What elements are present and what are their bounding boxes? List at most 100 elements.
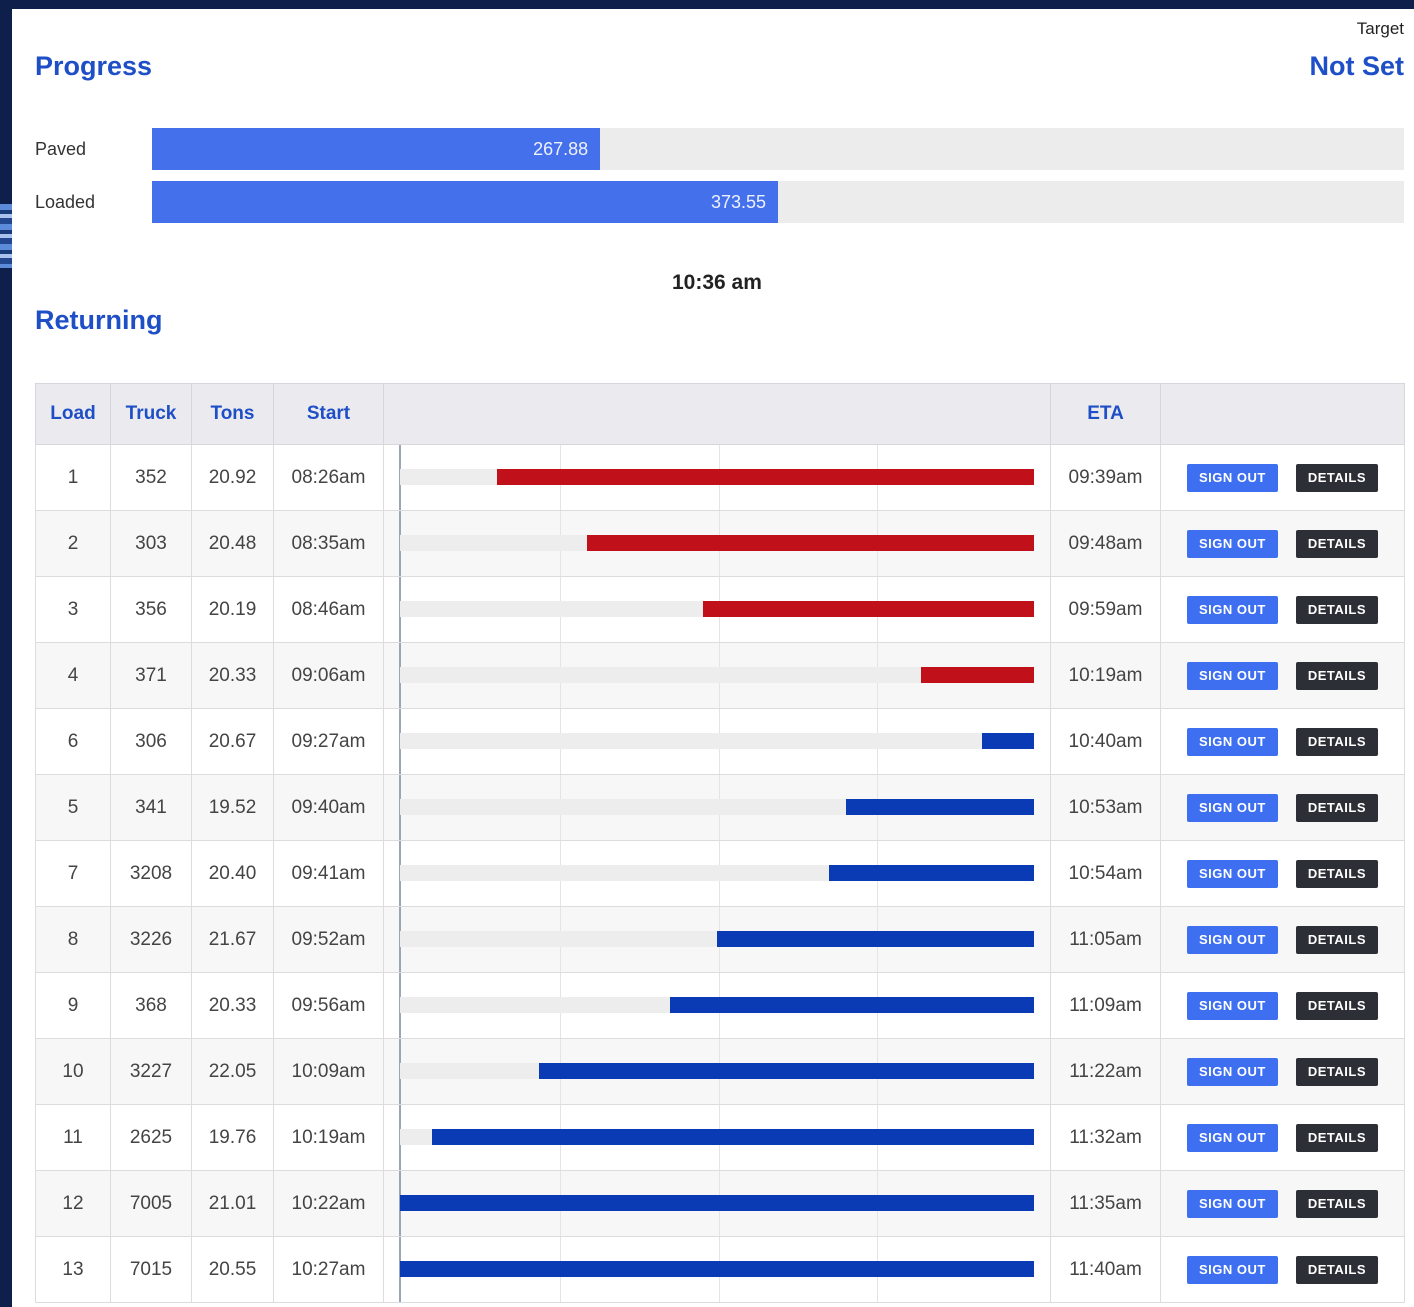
- eta-time: 11:22am: [1050, 1038, 1161, 1105]
- sign-out-button[interactable]: SIGN OUT: [1187, 859, 1278, 888]
- window-edge-decoration: [0, 204, 12, 268]
- table-row: 12 7005 21.01 10:22am 11:35am SIGN OUT DETAILS: [35, 1170, 1405, 1237]
- details-button[interactable]: DETAILS: [1295, 793, 1378, 822]
- sign-out-button[interactable]: SIGN OUT: [1187, 463, 1278, 492]
- truck-number: 371: [110, 642, 192, 709]
- col-header-truck[interactable]: Truck: [110, 383, 192, 445]
- details-button[interactable]: DETAILS: [1295, 991, 1378, 1020]
- details-button[interactable]: DETAILS: [1295, 727, 1378, 756]
- load-number: 6: [35, 708, 111, 775]
- col-header-start[interactable]: Start: [273, 383, 384, 445]
- timeline-bar-enroute: [670, 997, 1034, 1013]
- table-row: 2 303 20.48 08:35am 09:48am SIGN OUT DETAILS: [35, 510, 1405, 577]
- loaded-label: Loaded: [35, 192, 96, 212]
- table-row: 10 3227 22.05 10:09am 11:22am SIGN OUT DETAILS: [35, 1038, 1405, 1105]
- progress-title: Progress: [35, 51, 153, 81]
- start-time: 10:27am: [273, 1236, 384, 1303]
- load-number: 7: [35, 840, 111, 907]
- tons-value: 22.05: [191, 1038, 274, 1105]
- load-number: 3: [35, 576, 111, 643]
- col-header-eta[interactable]: ETA: [1050, 383, 1161, 445]
- truck-number: 3227: [110, 1038, 192, 1105]
- paved-label: Paved: [35, 139, 87, 159]
- loaded-progress-value: 373.55: [710, 192, 766, 212]
- truck-number: 7005: [110, 1170, 192, 1237]
- truck-number: 3208: [110, 840, 192, 907]
- sign-out-button[interactable]: SIGN OUT: [1187, 1123, 1278, 1152]
- sign-out-button[interactable]: SIGN OUT: [1187, 727, 1278, 756]
- load-timeline: [383, 972, 1051, 1039]
- sign-out-button[interactable]: SIGN OUT: [1187, 1255, 1278, 1284]
- sign-out-button[interactable]: SIGN OUT: [1187, 793, 1278, 822]
- load-timeline: [383, 1104, 1051, 1171]
- details-button[interactable]: DETAILS: [1295, 925, 1378, 954]
- eta-time: 11:09am: [1050, 972, 1161, 1039]
- table-header-row: Load Truck Tons Start ETA: [35, 383, 1405, 445]
- timeline-bar-enroute: [982, 733, 1034, 749]
- details-button[interactable]: DETAILS: [1295, 1057, 1378, 1086]
- col-header-load[interactable]: Load: [35, 383, 111, 445]
- sign-out-button[interactable]: SIGN OUT: [1187, 1189, 1278, 1218]
- row-actions: SIGN OUT DETAILS: [1160, 1038, 1405, 1105]
- sign-out-button[interactable]: SIGN OUT: [1187, 595, 1278, 624]
- details-button[interactable]: DETAILS: [1295, 1255, 1378, 1284]
- truck-number: 352: [110, 444, 192, 511]
- row-actions: SIGN OUT DETAILS: [1160, 1170, 1405, 1237]
- col-header-tons[interactable]: Tons: [191, 383, 274, 445]
- load-timeline: [383, 510, 1051, 577]
- details-button[interactable]: DETAILS: [1295, 595, 1378, 624]
- table-row: 13 7015 20.55 10:27am 11:40am SIGN OUT DETAILS: [35, 1236, 1405, 1303]
- table-row: 3 356 20.19 08:46am 09:59am SIGN OUT DETAILS: [35, 576, 1405, 643]
- row-actions: SIGN OUT DETAILS: [1160, 576, 1405, 643]
- load-timeline: [383, 840, 1051, 907]
- eta-time: 10:54am: [1050, 840, 1161, 907]
- details-button[interactable]: DETAILS: [1295, 661, 1378, 690]
- sign-out-button[interactable]: SIGN OUT: [1187, 1057, 1278, 1086]
- dispatch-panel: Target Not Set Progress Paved 267.88 Loa…: [12, 9, 1414, 1307]
- eta-time: 11:05am: [1050, 906, 1161, 973]
- sign-out-button[interactable]: SIGN OUT: [1187, 991, 1278, 1020]
- timeline-bar-overdue: [703, 601, 1034, 617]
- load-number: 4: [35, 642, 111, 709]
- tons-value: 20.19: [191, 576, 274, 643]
- table-row: 8 3226 21.67 09:52am 11:05am SIGN OUT DETAILS: [35, 906, 1405, 973]
- sign-out-button[interactable]: SIGN OUT: [1187, 661, 1278, 690]
- sign-out-button[interactable]: SIGN OUT: [1187, 925, 1278, 954]
- details-button[interactable]: DETAILS: [1295, 1189, 1378, 1218]
- truck-number: 356: [110, 576, 192, 643]
- timeline-bar-overdue: [921, 667, 1034, 683]
- details-button[interactable]: DETAILS: [1295, 463, 1378, 492]
- table-row: 11 2625 19.76 10:19am 11:32am SIGN OUT DETAILS: [35, 1104, 1405, 1171]
- load-number: 1: [35, 444, 111, 511]
- tons-value: 20.48: [191, 510, 274, 577]
- load-timeline: [383, 444, 1051, 511]
- load-timeline: [383, 642, 1051, 709]
- returning-title: Returning: [35, 305, 163, 335]
- eta-time: 11:32am: [1050, 1104, 1161, 1171]
- load-number: 8: [35, 906, 111, 973]
- details-button[interactable]: DETAILS: [1295, 859, 1378, 888]
- start-time: 10:22am: [273, 1170, 384, 1237]
- tons-value: 20.33: [191, 642, 274, 709]
- timeline-bar-enroute: [538, 1063, 1034, 1079]
- target-value: Not Set: [1309, 51, 1405, 81]
- table-row: 1 352 20.92 08:26am 09:39am SIGN OUT DETAILS: [35, 444, 1405, 511]
- returning-loads-table: Load Truck Tons Start ETA 1 352 20.92 08:26…: [35, 383, 1405, 1303]
- timeline-bar-enroute: [828, 865, 1034, 881]
- row-actions: SIGN OUT DETAILS: [1160, 840, 1405, 907]
- details-button[interactable]: DETAILS: [1295, 1123, 1378, 1152]
- timeline-bar-enroute: [845, 799, 1034, 815]
- table-row: 7 3208 20.40 09:41am 10:54am SIGN OUT DETAILS: [35, 840, 1405, 907]
- timeline-bar-enroute: [400, 1261, 1034, 1277]
- row-actions: SIGN OUT DETAILS: [1160, 444, 1405, 511]
- sign-out-button[interactable]: SIGN OUT: [1187, 529, 1278, 558]
- row-actions: SIGN OUT DETAILS: [1160, 642, 1405, 709]
- details-button[interactable]: DETAILS: [1295, 529, 1378, 558]
- truck-number: 3226: [110, 906, 192, 973]
- load-number: 9: [35, 972, 111, 1039]
- eta-time: 11:35am: [1050, 1170, 1161, 1237]
- load-number: 5: [35, 774, 111, 841]
- loaded-progress-bar: 373.55: [152, 181, 1404, 223]
- tons-value: 20.55: [191, 1236, 274, 1303]
- tons-value: 21.01: [191, 1170, 274, 1237]
